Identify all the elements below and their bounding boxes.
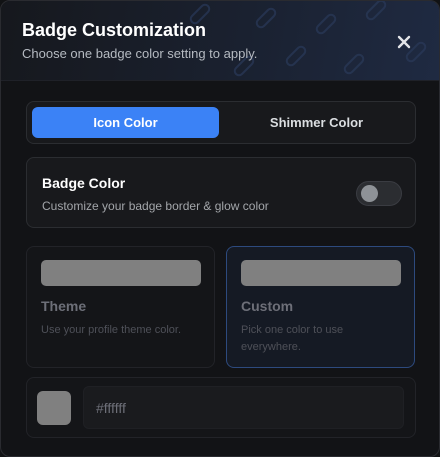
option-theme-title: Theme [41,298,87,314]
option-custom-description: Pick one color to use everywhere. [241,324,344,353]
option-theme-description: Use your profile theme color. [41,324,182,336]
close-button[interactable] [391,29,417,55]
tab-shimmer-color[interactable]: Shimmer Color [223,107,410,138]
option-custom-title: Custom [241,298,294,314]
dialog-header: Badge Customization Choose one badge col… [1,1,439,81]
badge-color-toggle[interactable] [356,181,402,206]
option-theme[interactable]: Theme Use your profile theme color. [26,246,215,368]
hex-color-input[interactable] [83,386,404,429]
toggle-knob [361,185,378,202]
header-link-pattern [189,1,427,77]
custom-color-preview [241,260,401,286]
color-swatch-button[interactable] [37,391,71,425]
dialog-subtitle: Choose one badge color setting to apply. [22,46,258,61]
color-picker-row [26,377,416,438]
badge-customization-dialog: Badge Customization Choose one badge col… [0,0,440,457]
option-custom[interactable]: Custom Pick one color to use everywhere. [226,246,415,368]
theme-color-preview [41,260,201,286]
badge-color-setting: Badge Color Customize your badge border … [26,157,416,228]
badge-color-description: Customize your badge border & glow color [42,199,269,213]
tab-icon-color[interactable]: Icon Color [32,107,219,138]
badge-color-title: Badge Color [42,175,126,191]
color-mode-tabs: Icon Color Shimmer Color [26,101,416,144]
dialog-title: Badge Customization [22,20,207,40]
close-icon [397,35,411,49]
